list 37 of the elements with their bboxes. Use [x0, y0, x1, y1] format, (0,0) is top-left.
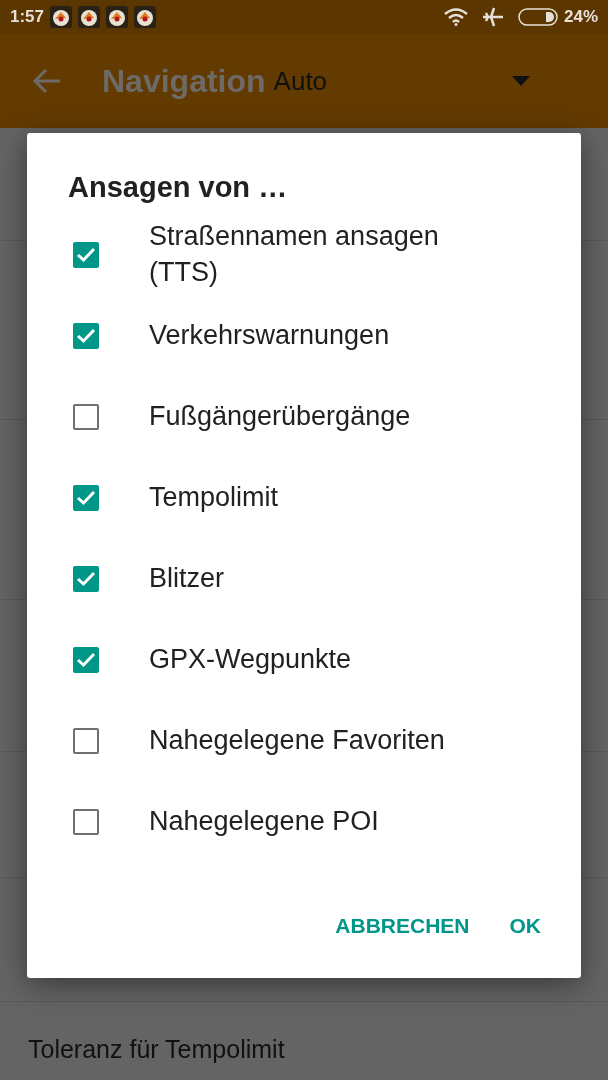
- option-label[interactable]: Verkehrswarnungen: [149, 317, 479, 354]
- cancel-button[interactable]: ABBRECHEN: [325, 906, 480, 946]
- checkbox[interactable]: [73, 808, 99, 835]
- dropdown-caret-icon[interactable]: [511, 76, 530, 86]
- battery-icon: [517, 8, 558, 26]
- option-label[interactable]: Nahegelegene Favoriten: [149, 722, 479, 759]
- app-notification-icon: [134, 6, 157, 28]
- ok-button[interactable]: OK: [499, 906, 551, 946]
- option-label[interactable]: Fußgängerübergänge: [149, 398, 479, 435]
- app-bar-title: Navigation: [102, 62, 266, 100]
- option-label[interactable]: Nahegelegene POI: [149, 803, 479, 840]
- app-notification-icon: [50, 6, 73, 28]
- battery-percent: 24%: [563, 7, 598, 27]
- checkbox[interactable]: [73, 565, 99, 592]
- checkbox[interactable]: [73, 484, 99, 511]
- option-label[interactable]: GPX-Wegpunkte: [149, 641, 479, 678]
- check-icon: [76, 489, 96, 506]
- app-notification-icon: [78, 6, 101, 28]
- app-notification-icon: [106, 6, 129, 28]
- option-label[interactable]: Tempolimit: [149, 479, 479, 516]
- back-arrow-icon[interactable]: [32, 68, 62, 94]
- checkbox[interactable]: [73, 322, 99, 349]
- check-icon: [76, 327, 96, 344]
- checkbox[interactable]: [73, 646, 99, 673]
- check-icon: [76, 246, 96, 263]
- airplane-icon: [481, 7, 504, 27]
- check-icon: [76, 651, 96, 668]
- check-icon: [76, 570, 96, 587]
- dialog-title: Ansagen von …: [68, 171, 289, 204]
- setting-title: Toleranz für Tempolimit: [28, 1034, 286, 1064]
- checkbox[interactable]: [73, 727, 99, 754]
- option-label[interactable]: Blitzer: [149, 560, 479, 597]
- option-label[interactable]: Straßennamen ansagen (TTS): [149, 219, 479, 290]
- status-time: 1:57: [10, 7, 45, 27]
- checkbox[interactable]: [73, 241, 99, 268]
- checkbox[interactable]: [73, 403, 99, 430]
- wifi-icon: [443, 8, 468, 26]
